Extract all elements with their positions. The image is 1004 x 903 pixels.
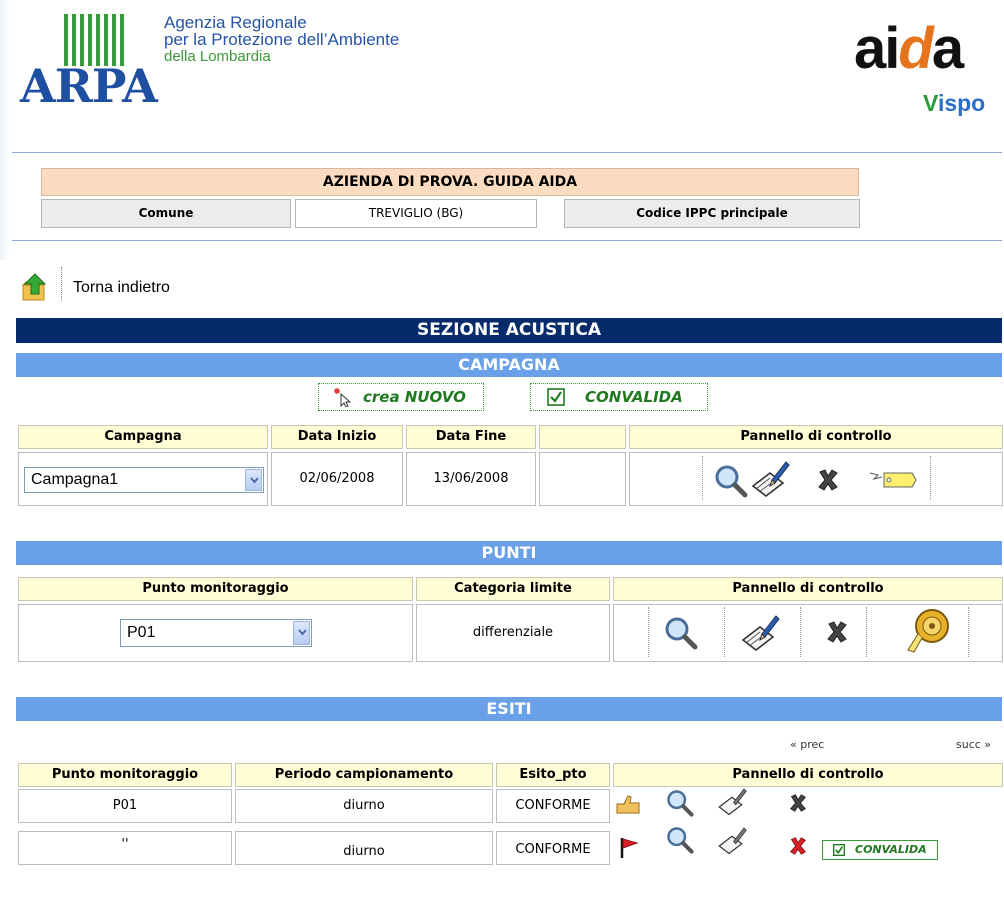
aida-logo-part1: ai: [854, 16, 900, 81]
campagna-empty-cell: [539, 452, 626, 506]
esiti-row2-esito: CONFORME: [496, 831, 610, 865]
control-separator: [930, 456, 931, 500]
campagna-data-fine: 13/06/2008: [406, 452, 536, 506]
left-edge-decoration: [0, 0, 10, 260]
section-title: SEZIONE ACUSTICA: [16, 318, 1002, 343]
punti-header-categoria: Categoria limite: [416, 577, 610, 601]
esiti-row1-esito: CONFORME: [496, 789, 610, 823]
campagna-header-data-inizio: Data Inizio: [271, 425, 403, 449]
esiti-header-punto: Punto monitoraggio: [18, 763, 232, 787]
company-divider: [12, 240, 1002, 241]
magnifier-icon[interactable]: [666, 826, 694, 858]
campagna-controls-cell: [629, 452, 1003, 506]
magnifier-icon[interactable]: [666, 789, 694, 821]
punti-header-punto: Punto monitoraggio: [18, 577, 413, 601]
aida-logo-part2: a: [931, 16, 964, 81]
campagna-header-empty: [539, 425, 626, 449]
esiti-row1-punto: P01: [18, 789, 232, 823]
punto-select[interactable]: P01: [120, 619, 312, 647]
delete-x-red-icon[interactable]: [789, 836, 807, 860]
tag-icon[interactable]: [868, 465, 918, 499]
esiti-header-periodo: Periodo campionamento: [235, 763, 493, 787]
campagna-header-campagna: Campagna: [18, 425, 268, 449]
vispo-v: V: [923, 90, 938, 116]
header-divider: [12, 152, 1002, 153]
ippc-label: Codice IPPC principale: [564, 199, 860, 228]
back-link[interactable]: Torna indietro: [73, 279, 170, 297]
row-validate-button[interactable]: CONVALIDA: [822, 840, 938, 860]
validate-label: CONVALIDA: [585, 388, 683, 406]
row-validate-label: CONVALIDA: [855, 843, 927, 856]
cursor-sparkle-icon: [333, 387, 353, 415]
delete-x-icon[interactable]: [789, 793, 807, 817]
campagna-select-value: Campagna1: [31, 471, 119, 488]
chevron-down-icon[interactable]: [245, 469, 262, 491]
edit-pencil-icon[interactable]: [717, 786, 747, 820]
campagna-select[interactable]: Campagna1: [24, 467, 264, 493]
chevron-down-icon[interactable]: [293, 621, 310, 645]
create-new-button[interactable]: crea NUOVO: [318, 383, 484, 411]
aida-logo-d: d: [898, 16, 933, 81]
esiti-header-esito: Esito_pto: [496, 763, 610, 787]
company-name: AZIENDA DI PROVA. GUIDA AIDA: [41, 168, 859, 196]
magnifier-icon[interactable]: [714, 464, 748, 502]
back-separator: [61, 267, 62, 301]
create-new-label: crea NUOVO: [363, 388, 466, 406]
campagna-header-data-fine: Data Fine: [406, 425, 536, 449]
control-separator: [648, 607, 649, 657]
edit-pencil-icon[interactable]: [750, 458, 790, 502]
thumbs-up-icon[interactable]: [614, 793, 642, 821]
validate-button[interactable]: CONVALIDA: [530, 383, 708, 411]
punti-categoria: differenziale: [416, 604, 610, 662]
delete-x-icon[interactable]: [826, 620, 848, 648]
magnifier-icon[interactable]: [664, 616, 698, 654]
punti-header-controls: Pannello di controllo: [613, 577, 1003, 601]
control-separator: [866, 607, 867, 657]
delete-x-icon[interactable]: [817, 468, 839, 496]
folder-up-arrow-icon[interactable]: [21, 272, 48, 302]
agency-line-3: della Lombardia: [164, 48, 271, 65]
vispo-logo: Vispo: [923, 90, 985, 117]
agency-line-1: Agenzia Regionale: [164, 13, 307, 32]
aida-logo: aida: [854, 20, 964, 78]
comune-label: Comune: [41, 199, 291, 228]
prev-link[interactable]: « prec: [790, 738, 824, 751]
red-flag-icon[interactable]: [618, 836, 642, 864]
esiti-title: ESITI: [16, 697, 1002, 721]
arpa-logo: ARPA: [20, 59, 158, 113]
agency-name: Agenzia Regionale per la Protezione dell…: [164, 14, 399, 65]
agency-line-2: per la Protezione dell’Ambiente: [164, 30, 400, 49]
control-separator: [968, 607, 969, 657]
punti-title: PUNTI: [16, 541, 1002, 565]
comune-value: TREVIGLIO (BG): [295, 199, 537, 228]
control-separator: [800, 607, 801, 657]
checkbox-checked-icon: [547, 388, 565, 414]
esiti-header-controls: Pannello di controllo: [613, 763, 1003, 787]
campagna-title: CAMPAGNA: [16, 353, 1002, 377]
esiti-row2-punto: '': [18, 831, 232, 865]
next-link[interactable]: succ »: [956, 738, 991, 751]
measuring-tape-icon[interactable]: [906, 606, 950, 660]
vispo-rest: ispo: [937, 90, 986, 116]
esiti-row2-periodo: diurno: [235, 831, 493, 865]
campagna-data-inizio: 02/06/2008: [271, 452, 403, 506]
punto-select-value: P01: [127, 624, 156, 641]
control-separator: [702, 456, 703, 500]
edit-pencil-icon[interactable]: [717, 825, 747, 859]
esiti-row1-periodo: diurno: [235, 789, 493, 823]
control-separator: [724, 607, 725, 657]
edit-pencil-icon[interactable]: [740, 612, 780, 656]
campagna-header-controls: Pannello di controllo: [629, 425, 1003, 449]
checkbox-checked-icon: [833, 844, 845, 862]
